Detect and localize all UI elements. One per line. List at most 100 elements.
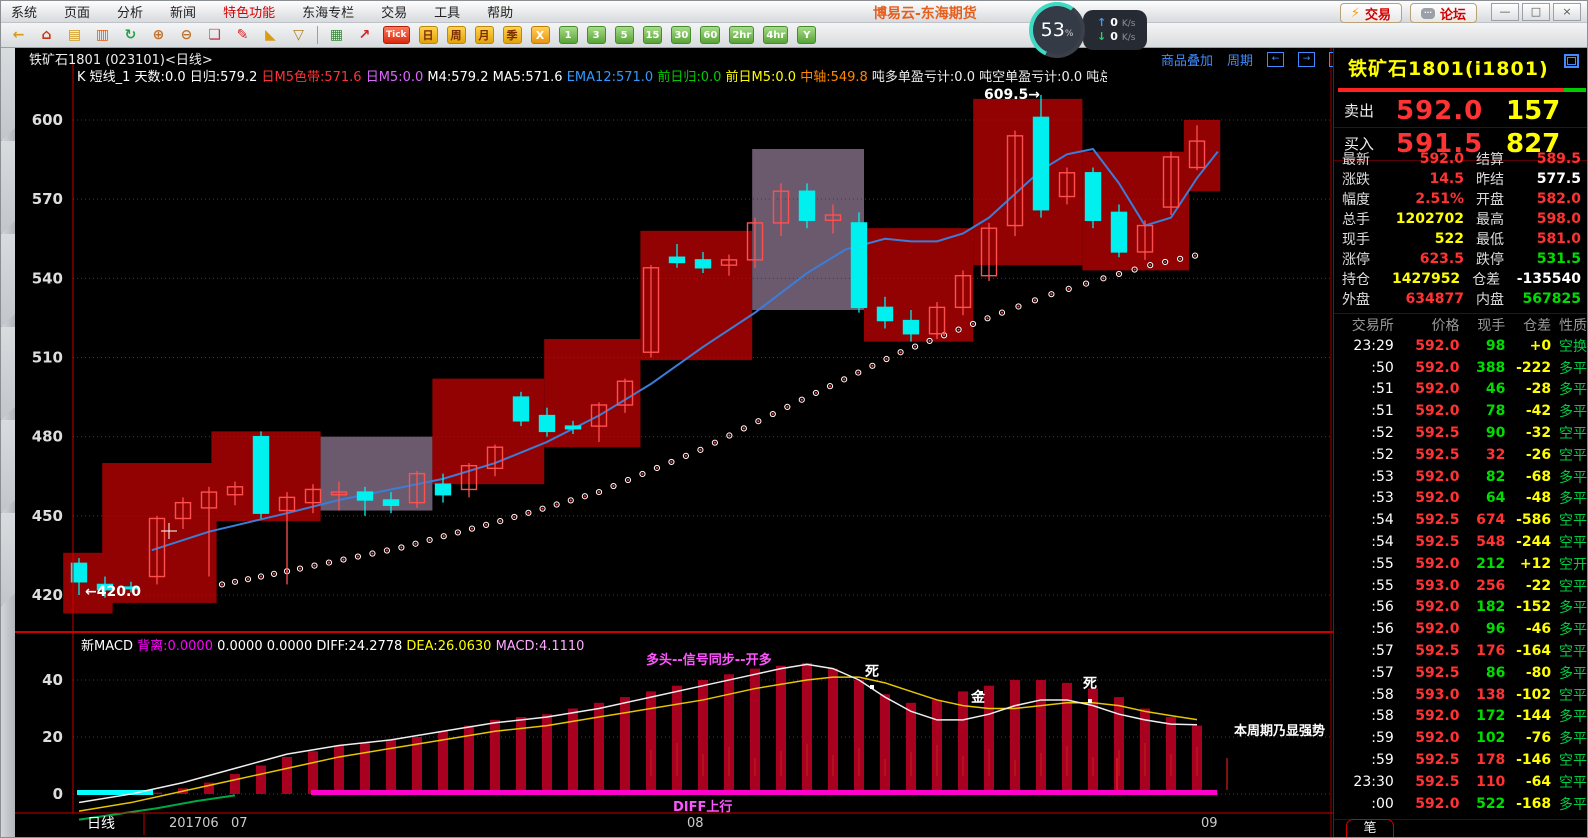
readout-segment: 前日归:0.0 [657,70,725,85]
menu-item-5[interactable]: 特色功能 [223,2,275,21]
trade-button[interactable]: ⚡ 交易 [1340,3,1402,23]
period-quarter-button[interactable]: 季 [503,26,522,44]
filter-icon[interactable]: ▽ [289,26,308,44]
trade-row[interactable]: :55593.0256-22空平 [1334,575,1588,597]
ask-price[interactable]: 592.0 [1396,96,1506,126]
trade-row[interactable]: :52592.590-32空平 [1334,422,1588,444]
trade-row[interactable]: :51592.046-28多平 [1334,379,1588,401]
trade-row[interactable]: 23:29592.098+0空换 [1334,335,1588,357]
table-icon[interactable]: ▦ [327,26,346,44]
trade-row[interactable]: :56592.096-46多平 [1334,618,1588,640]
left-vertical-tab-2[interactable] [1,141,15,234]
quote-label: 仓差 [1460,269,1517,289]
menu-item-4[interactable]: 新闻 [170,2,196,21]
layers-icon[interactable]: ❏ [205,26,224,44]
readout-segment: 日M5色带:571.6 [261,70,365,85]
performance-gauge[interactable]: 53% [1029,2,1085,58]
axis-line-dot-center [900,351,902,353]
trade-row[interactable]: :58592.0172-144多平 [1334,706,1588,728]
menu-item-2[interactable]: 页面 [64,2,90,21]
trade-row[interactable]: :50592.0388-222多平 [1334,357,1588,379]
menu-item-7[interactable]: 交易 [381,2,407,21]
note-icon[interactable]: ▤ [65,26,84,44]
overlay-link[interactable]: 商品叠加 [1161,50,1213,69]
zoom-in-icon[interactable]: ⊕ [149,26,168,44]
period-60-button[interactable]: 60 [700,26,720,44]
period-link[interactable]: 周期 [1227,50,1253,69]
trade-row[interactable]: :55592.0212+12空开 [1334,553,1588,575]
quote-row: 持仓1427952仓差-135540 [1334,269,1588,289]
period-5-button[interactable]: 5 [615,26,634,44]
home-icon[interactable]: ⌂ [37,26,56,44]
trade-row[interactable]: 23:30592.5110-64空平 [1334,771,1588,793]
trade-row[interactable]: :59592.5178-146空平 [1334,749,1588,771]
trade-row[interactable]: :59592.0102-76多平 [1334,727,1588,749]
left-vertical-tab-4[interactable] [1,327,15,420]
trade-row[interactable]: :54592.5674-586空平 [1334,509,1588,531]
trade-type: 多平 [1551,728,1588,748]
candle-down [254,437,269,514]
period-tick-button[interactable]: Tick [383,26,410,44]
fw-icon[interactable]: ▥ [93,26,112,44]
menu-item-6[interactable]: 东海专栏 [302,2,354,21]
left-vertical-tab-5[interactable] [1,420,15,513]
trade-row[interactable]: :51592.078-42多平 [1334,400,1588,422]
refresh-icon[interactable]: ↻ [121,26,140,44]
chat-bubble-icon: ··· [1421,8,1435,19]
period-x-button[interactable]: X [531,26,550,44]
nav-back-icon[interactable]: ← [1267,52,1284,67]
left-vertical-tab-6[interactable] [1,513,15,606]
period-30-button[interactable]: 30 [671,26,691,44]
trade-row[interactable]: :53592.082-68多平 [1334,466,1588,488]
chart-annotation: 本周期乃显强势 [1234,723,1325,739]
tab-pen[interactable]: 笔 [1346,819,1394,838]
trade-volume: 548 [1460,534,1506,550]
trade-oi-delta: +0 [1505,338,1551,354]
period-month-button[interactable]: 月 [475,26,494,44]
period-3-button[interactable]: 3 [587,26,606,44]
close-button[interactable]: × [1553,3,1581,21]
period-2hr-button[interactable]: 2hr [729,26,754,44]
trade-row[interactable]: :52592.532-26空平 [1334,444,1588,466]
trade-row[interactable]: :57592.586-80多平 [1334,662,1588,684]
quote-value: 582.0 [1522,191,1588,207]
buy-sell-ratio-bar [1338,88,1564,92]
maximize-button[interactable]: □ [1522,3,1550,21]
trade-row[interactable]: :58593.0138-102空平 [1334,684,1588,706]
quote-value: 589.5 [1522,151,1588,167]
trade-row[interactable]: :57592.5176-164空平 [1334,640,1588,662]
trend-icon[interactable]: ↗ [355,26,374,44]
readout-segment: 吨多单盈亏计:0.0 吨空单盈亏计:0.0 吨总盈亏:0.0 测试三 [872,70,1107,85]
candlestick-chart[interactable]: 60057054051048045042040200201706070809日线… [1,48,1334,838]
menu-item-8[interactable]: 工具 [434,2,460,21]
zoom-out-icon[interactable]: ⊖ [177,26,196,44]
chart-header-links: 商品叠加周期←→⊟ [1161,50,1346,69]
menu-item-3[interactable]: 分析 [117,2,143,21]
trade-price: 592.0 [1394,621,1460,637]
period-y-button[interactable]: Y [797,26,816,44]
trade-row[interactable]: :54592.5548-244空平 [1334,531,1588,553]
trade-row[interactable]: :56592.0182-152多平 [1334,597,1588,619]
trade-row[interactable]: :53592.064-48多平 [1334,488,1588,510]
trade-volume: 176 [1460,643,1506,659]
trade-row[interactable]: :00592.0522-168多平 [1334,793,1588,815]
left-vertical-tab-3[interactable] [1,234,15,327]
period-15-button[interactable]: 15 [643,26,663,44]
period-4hr-button[interactable]: 4hr [763,26,788,44]
restore-panel-icon[interactable] [1564,54,1579,68]
period-1-button[interactable]: 1 [559,26,578,44]
menu-item-1[interactable]: 系统 [11,2,37,21]
nav-forward-icon[interactable]: → [1298,52,1315,67]
minimize-button[interactable]: — [1491,3,1519,21]
timeframe-tab[interactable]: 日线 [87,816,115,832]
forum-button[interactable]: ··· 论坛 [1410,3,1477,23]
horn-icon[interactable]: ◣ [261,26,280,44]
period-day-button[interactable]: 日 [419,26,438,44]
period-week-button[interactable]: 周 [447,26,466,44]
quote-row: 涨跌14.5昨结577.5 [1334,169,1588,189]
menu-item-9[interactable]: 帮助 [487,2,513,21]
pencil-icon[interactable]: ✎ [233,26,252,44]
trade-type: 空平 [1551,772,1588,792]
left-vertical-tab-1[interactable] [1,48,15,141]
back-icon[interactable]: ← [9,26,28,44]
